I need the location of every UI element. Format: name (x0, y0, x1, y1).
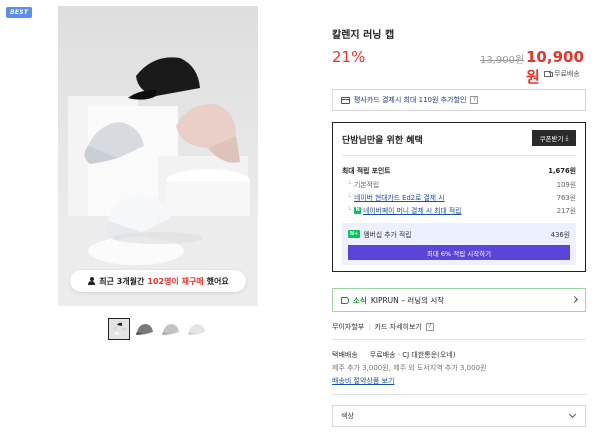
points-row-value: 217원 (556, 207, 576, 215)
delivery-extra: 제주 추가 3,000원, 제주 외 도서지역 추가 3,000원 (332, 364, 487, 372)
divider (342, 155, 576, 156)
repurchase-prefix: 최근 3개월간 (99, 276, 145, 286)
thumbnail-4[interactable] (186, 318, 208, 340)
coupon-button[interactable]: 쿠폰받기 ⤓ (532, 130, 576, 146)
thumbnail-image (160, 318, 182, 340)
installment-line: 무이자할부 | 카드 자세히보기 ? (332, 322, 434, 332)
discount-rate: 21% (332, 48, 366, 66)
naverpay-icon: N (354, 206, 362, 214)
repurchase-highlight: 102명이 재구매 (147, 276, 204, 286)
delivery-line: 택배배송 무료배송 · CJ 대한통운(오네) (332, 350, 455, 360)
shipping-label: 무료배송 (554, 70, 580, 78)
divider (332, 339, 586, 340)
card-discount-text: 평사카드 결제시 최대 110원 추가할인 (354, 96, 467, 104)
separator: | (368, 323, 371, 331)
coupon-button-label: 쿠폰받기 (539, 135, 564, 143)
truck-icon (544, 71, 553, 77)
product-main-image[interactable]: 최근 3개월간 102명이 재구매 했어요 (58, 6, 258, 306)
benefits-heading: 단밤님만을 위한 혜택 (342, 136, 423, 146)
naver-plus-badge: N+ (348, 230, 361, 238)
delivery-extra-line: 제주 추가 3,000원, 제주 외 도서지역 추가 3,000원 (332, 363, 486, 373)
megaphone-icon (341, 296, 349, 304)
repurchase-badge: 최근 3개월간 102명이 재구매 했어요 (70, 270, 246, 292)
points-row-card: 네이버 현대카드 Ed2로 결제 시 763원 (347, 192, 576, 202)
help-icon[interactable]: ? (470, 96, 479, 104)
benefits-box: 단밤님만을 위한 혜택 쿠폰받기 ⤓ 최대 적립 포인트 1,676원 기본적립… (332, 122, 586, 272)
thumbnail-image (186, 318, 208, 340)
max-points-value: 1,676원 (548, 167, 576, 175)
download-icon: ⤓ (565, 133, 569, 142)
color-option-placeholder: 색상 (341, 412, 354, 420)
thumbnail-1[interactable] (108, 318, 130, 340)
chevron-down-icon (568, 410, 577, 419)
thumbnail-image (109, 319, 129, 339)
naverpay-money-link[interactable]: 네이버페이 머니 결제 시 최대 적립 (363, 205, 461, 215)
news-label: 소식 (353, 295, 367, 305)
card-discount-bar[interactable]: 평사카드 결제시 최대 110원 추가할인 ? (332, 89, 586, 111)
person-icon (87, 276, 96, 286)
chevron-right-icon (570, 295, 579, 304)
thumbnail-strip (108, 318, 208, 340)
original-price: 13,900원 (480, 55, 525, 66)
membership-box: N+ 멤버십 추가 적립 436원 최대 6% 적립 시작하기 (342, 223, 576, 265)
sale-price: 10,900원 (526, 48, 584, 86)
points-row-label-wrap: N 네이버페이 머니 결제 시 최대 적립 (347, 205, 461, 215)
product-title: 칼렌지 러닝 캡 (332, 30, 395, 41)
points-row-value: 763원 (556, 194, 576, 202)
divider (332, 394, 586, 395)
points-row-npay: N 네이버페이 머니 결제 시 최대 적립 217원 (347, 205, 576, 215)
membership-row: N+ 멤버십 추가 적립 436원 (348, 229, 570, 239)
news-text: KIPRUN – 러닝의 시작 (370, 295, 445, 305)
thumbnail-3[interactable] (160, 318, 182, 340)
thumbnail-2[interactable] (134, 318, 156, 340)
repurchase-suffix: 했어요 (206, 276, 229, 286)
points-row-label: 기본적립 (347, 179, 379, 189)
best-badge: BEST (6, 7, 33, 18)
help-icon[interactable]: ? (425, 323, 434, 331)
points-row-label-wrap: 네이버 현대카드 Ed2로 결제 시 (347, 192, 444, 202)
brand-news-bar[interactable]: 소식 KIPRUN – 러닝의 시작 (332, 288, 586, 312)
membership-value: 436원 (550, 231, 570, 239)
caps-photo-illustration (58, 57, 258, 306)
product-gallery: BEST 최근 3개월간 102명이 재구매 했어요 (0, 0, 320, 433)
shipping-saver-line: 배송비 절약상품 보기 (332, 376, 394, 386)
card-info-link[interactable]: 카드 자세히보기 (375, 322, 422, 332)
hyundai-card-link[interactable]: 네이버 현대카드 Ed2로 결제 시 (354, 192, 444, 202)
free-shipping-badge: 무료배송 (544, 69, 580, 79)
credit-card-icon (341, 96, 350, 104)
points-row-basic: 기본적립 109원 (347, 179, 576, 189)
points-row-value: 109원 (556, 181, 576, 189)
shipping-saver-link[interactable]: 배송비 절약상품 보기 (332, 376, 394, 386)
delivery-label: 택배배송 (332, 351, 358, 359)
max-points-row: 최대 적립 포인트 1,676원 (342, 165, 576, 175)
start-accumulation-button[interactable]: 최대 6% 적립 시작하기 (348, 245, 570, 260)
thumbnail-image (134, 318, 156, 340)
delivery-detail: 무료배송 · CJ 대한통운(오네) (369, 351, 456, 359)
start-accumulation-label: 최대 6% 적립 시작하기 (426, 249, 492, 258)
color-option-select[interactable]: 색상 (332, 405, 586, 427)
membership-label-wrap: N+ 멤버십 추가 적립 (348, 229, 411, 239)
max-points-label: 최대 적립 포인트 (342, 167, 391, 175)
installment-label: 무이자할부 (332, 323, 365, 331)
membership-label: 멤버십 추가 적립 (363, 231, 412, 239)
